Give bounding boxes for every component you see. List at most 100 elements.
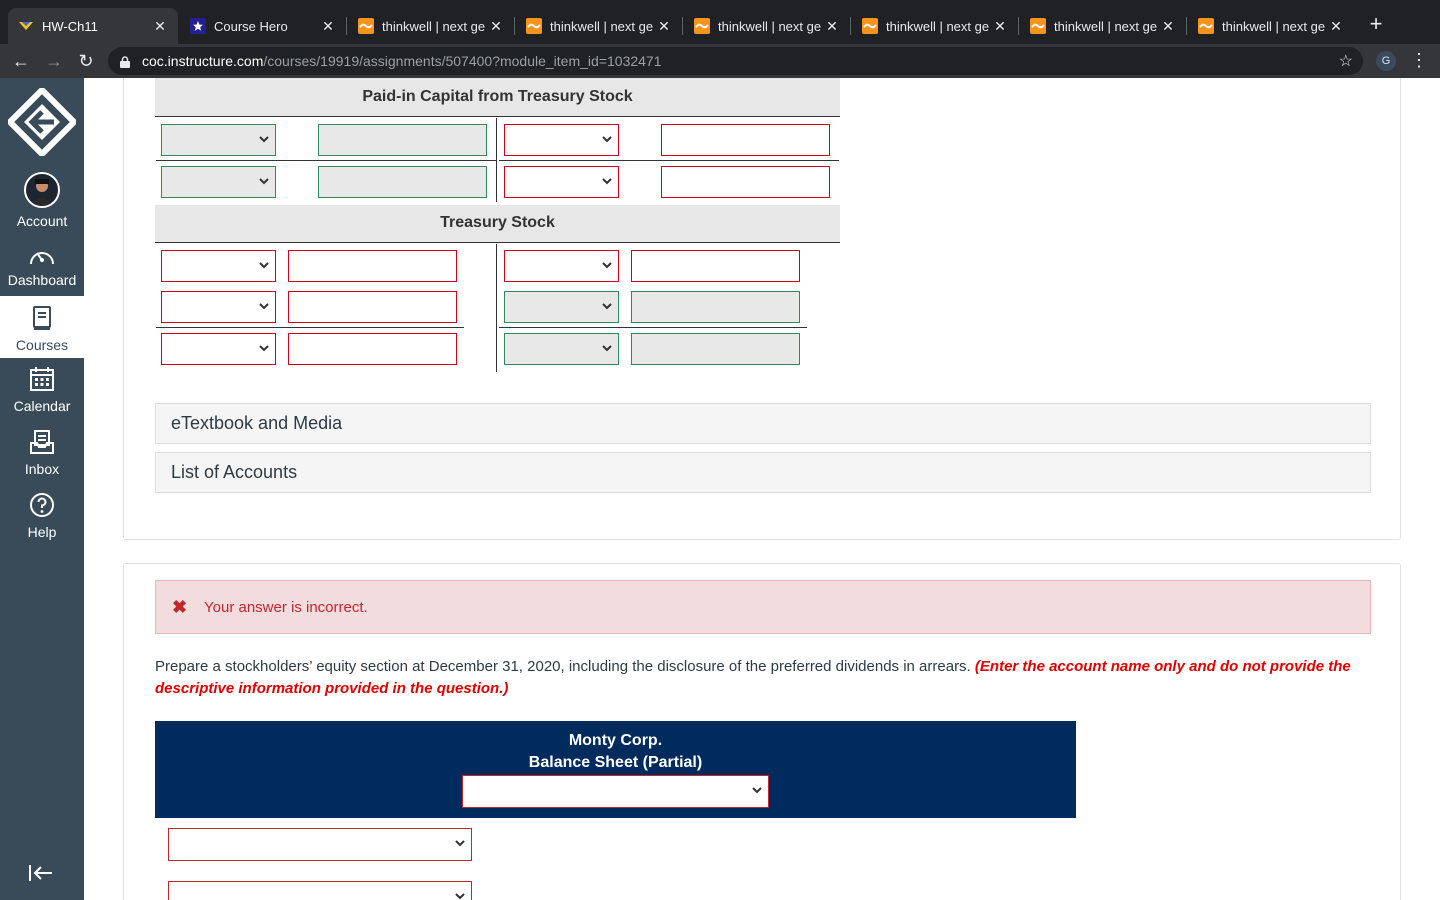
nav-account-label: Account (16, 213, 68, 229)
debit-amount-input[interactable] (288, 250, 457, 282)
nav-calendar-label: Calendar (13, 398, 71, 414)
tab-divider (1018, 17, 1019, 35)
account-avatar-icon (24, 172, 60, 208)
tab-title: thinkwell | next ge (718, 18, 822, 34)
credit-amount-input[interactable] (661, 166, 830, 198)
row-rule (156, 160, 496, 161)
debit-account-select[interactable] (161, 291, 276, 323)
close-tab-icon[interactable]: ✕ (320, 18, 336, 35)
browser-tab[interactable]: Course Hero ✕ (180, 8, 346, 44)
nav-account[interactable]: Account (0, 172, 84, 232)
canvas-logo-icon[interactable] (5, 85, 79, 159)
close-tab-icon[interactable]: ✕ (992, 18, 1008, 35)
calendar-icon (0, 366, 84, 395)
debit-account-select[interactable] (161, 166, 276, 198)
tab-divider (850, 17, 851, 35)
debit-balance-input[interactable] (288, 333, 457, 365)
chevron-down-icon (259, 303, 269, 310)
t-account-divider (496, 118, 497, 202)
browser-tab[interactable]: thinkwell | next ge ✕ (684, 8, 850, 44)
close-tab-icon[interactable]: ✕ (488, 18, 504, 35)
statement-title: Balance Sheet (Partial) (528, 754, 703, 771)
browser-tab[interactable]: HW-Ch11 ✕ (8, 8, 178, 44)
etextbook-accordion[interactable]: eTextbook and Media (155, 403, 1371, 444)
date-select[interactable] (462, 775, 769, 808)
debit-balance-select[interactable] (161, 333, 276, 365)
chevron-down-icon (455, 840, 465, 847)
thinkwell-favicon-icon (526, 18, 542, 34)
nav-help[interactable]: Help (0, 492, 84, 552)
close-tab-icon[interactable]: ✕ (1328, 18, 1344, 35)
credit-account-select[interactable] (504, 166, 619, 198)
debit-amount-input[interactable] (288, 291, 457, 323)
company-name: Monty Corp. (568, 732, 663, 749)
row-rule (156, 327, 464, 328)
chevron-down-icon (602, 303, 612, 310)
question-text: Prepare a stockholders’ equity section a… (155, 658, 975, 675)
reload-button[interactable]: ↻ (74, 49, 98, 73)
chevron-down-icon (752, 787, 762, 794)
equity-line-select[interactable] (168, 828, 472, 861)
thinkwell-favicon-icon (358, 18, 374, 34)
debit-account-select[interactable] (161, 250, 276, 282)
nav-courses[interactable]: Courses (0, 296, 84, 358)
chevron-down-icon (259, 345, 269, 352)
credit-account-select[interactable] (504, 291, 619, 323)
alert-message: Your answer is incorrect. (204, 598, 368, 616)
nav-inbox[interactable]: Inbox (0, 429, 84, 489)
browser-tab[interactable]: thinkwell | next ge ✕ (1020, 8, 1186, 44)
browser-tab[interactable]: thinkwell | next ge ✕ (1188, 8, 1354, 44)
credit-amount-input[interactable] (631, 291, 800, 323)
tab-title: Course Hero (214, 18, 288, 34)
close-tab-icon[interactable]: ✕ (152, 18, 168, 35)
tab-divider (1186, 17, 1187, 35)
close-tab-icon[interactable]: ✕ (824, 18, 840, 35)
credit-account-select[interactable] (504, 124, 619, 156)
lock-icon (120, 55, 130, 68)
forward-button[interactable]: → (42, 49, 66, 73)
balance-sheet-header: Monty Corp. Balance Sheet (Partial) (155, 721, 1076, 818)
browser-tab[interactable]: thinkwell | next ge ✕ (852, 8, 1018, 44)
close-tab-icon[interactable]: ✕ (656, 18, 672, 35)
chevron-down-icon (259, 136, 269, 143)
inbox-icon (0, 429, 84, 458)
debit-account-select[interactable] (161, 124, 276, 156)
url-host: coc.instructure.com (142, 53, 264, 69)
chevron-down-icon (259, 262, 269, 269)
thinkwell-favicon-icon (1030, 18, 1046, 34)
equity-line-select[interactable] (168, 881, 472, 900)
debit-amount-input[interactable] (318, 166, 487, 198)
credit-amount-input[interactable] (661, 124, 830, 156)
tab-title: thinkwell | next ge (382, 18, 486, 34)
treasury-stock-header: Treasury Stock (155, 205, 840, 243)
tab-divider (514, 17, 515, 35)
new-tab-button[interactable]: + (1364, 12, 1388, 36)
credit-account-select[interactable] (504, 250, 619, 282)
global-navigation: Account Dashboard Courses Calendar Inbox… (0, 78, 84, 900)
tab-divider (346, 17, 347, 35)
credit-amount-input[interactable] (631, 250, 800, 282)
thinkwell-favicon-icon (862, 18, 878, 34)
browser-tab-bar: HW-Ch11 ✕ Course Hero ✕ thinkwell | next… (0, 0, 1440, 44)
bookmark-star-icon[interactable]: ☆ (1339, 51, 1353, 71)
browser-tab[interactable]: thinkwell | next ge ✕ (516, 8, 682, 44)
nav-dashboard-label: Dashboard (7, 272, 77, 288)
browser-menu-icon[interactable]: ⋮ (1410, 50, 1428, 71)
nav-calendar[interactable]: Calendar (0, 366, 84, 426)
profile-avatar[interactable]: G (1376, 51, 1396, 71)
close-tab-icon[interactable]: ✕ (1160, 18, 1176, 35)
list-of-accounts-accordion[interactable]: List of Accounts (155, 452, 1371, 493)
back-button[interactable]: ← (9, 49, 33, 73)
browser-toolbar: ← → ↻ coc.instructure.com/courses/19919/… (0, 44, 1440, 78)
credit-balance-select[interactable] (504, 333, 619, 365)
nav-courses-label: Courses (15, 337, 69, 353)
browser-tab[interactable]: thinkwell | next ge ✕ (348, 8, 514, 44)
collapse-nav-icon[interactable] (28, 863, 54, 889)
incorrect-answer-alert: ✖ Your answer is incorrect. (155, 580, 1371, 634)
coursehero-favicon-icon (190, 18, 206, 34)
debit-amount-input[interactable] (318, 124, 487, 156)
tab-divider (682, 17, 683, 35)
question-panel-2: ✖ Your answer is incorrect. Prepare a st… (123, 563, 1401, 900)
address-bar[interactable]: coc.instructure.com/courses/19919/assign… (108, 47, 1363, 75)
credit-balance-input[interactable] (631, 333, 800, 365)
